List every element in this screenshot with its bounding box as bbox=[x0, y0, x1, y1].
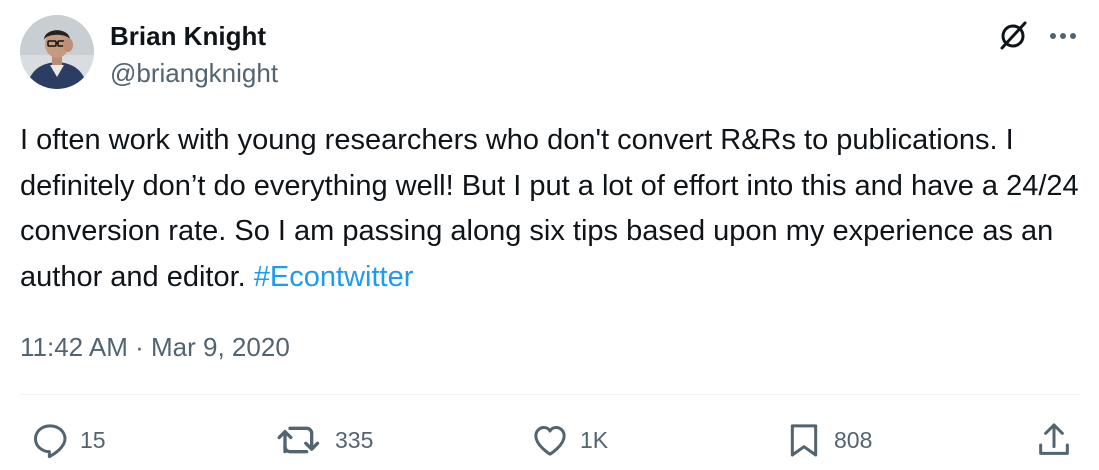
share-button[interactable] bbox=[1034, 418, 1074, 462]
like-count: 1K bbox=[580, 427, 609, 453]
grok-button[interactable] bbox=[994, 17, 1032, 55]
like-icon bbox=[534, 426, 566, 456]
tweet-body: I often work with young researchers who … bbox=[20, 124, 1079, 293]
repost-button[interactable]: 335 bbox=[275, 418, 373, 462]
author-handle[interactable]: @briangknight bbox=[110, 56, 278, 90]
grok-icon bbox=[1000, 21, 1027, 50]
hashtag-link[interactable]: #Econtwitter bbox=[254, 261, 414, 293]
bookmark-icon bbox=[790, 424, 818, 457]
repost-count: 335 bbox=[335, 427, 374, 453]
like-button[interactable]: 1K bbox=[530, 418, 608, 462]
avatar[interactable] bbox=[20, 15, 94, 89]
more-button[interactable] bbox=[1044, 17, 1082, 55]
bookmark-count: 808 bbox=[834, 427, 873, 453]
avatar-image bbox=[20, 15, 94, 89]
divider bbox=[20, 394, 1081, 395]
more-icon bbox=[1050, 33, 1076, 39]
tweet-timestamp[interactable]: 11:42 AM · Mar 9, 2020 bbox=[20, 330, 290, 364]
tweet-text: I often work with young researchers who … bbox=[20, 118, 1080, 300]
bookmark-button[interactable]: 808 bbox=[784, 418, 872, 462]
author-name[interactable]: Brian Knight bbox=[110, 19, 266, 53]
reply-button[interactable]: 15 bbox=[30, 418, 106, 462]
reply-icon bbox=[34, 424, 67, 459]
share-icon bbox=[1039, 423, 1069, 455]
reply-count: 15 bbox=[80, 427, 106, 453]
repost-icon bbox=[277, 426, 320, 454]
